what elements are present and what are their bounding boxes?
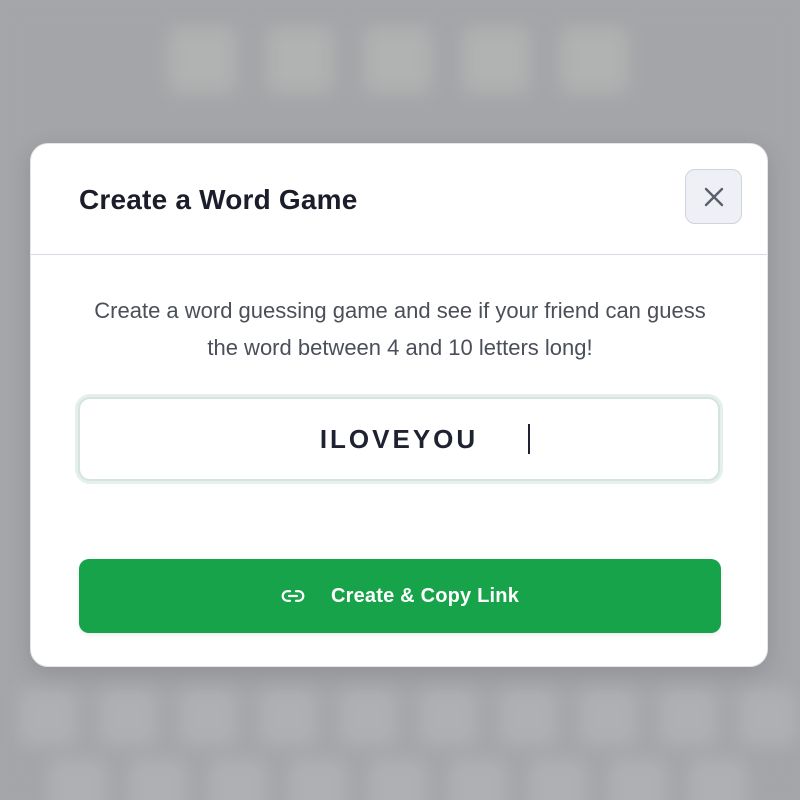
dialog-title: Create a Word Game <box>79 184 358 215</box>
create-word-game-dialog: Create a Word Game Create a word guessin… <box>30 143 768 667</box>
close-button[interactable] <box>685 169 742 224</box>
close-icon <box>704 187 723 206</box>
dialog-description: Create a word guessing game and see if y… <box>94 298 706 360</box>
text-caret <box>528 424 530 454</box>
create-button-label: Create & Copy Link <box>330 584 520 607</box>
create-and-copy-link-button[interactable]: Create & Copy Link <box>79 559 721 633</box>
link-icon <box>281 589 305 603</box>
dialog-header: Create a Word Game <box>31 144 767 255</box>
word-input-container <box>78 397 720 481</box>
secret-word-input[interactable] <box>80 399 718 479</box>
